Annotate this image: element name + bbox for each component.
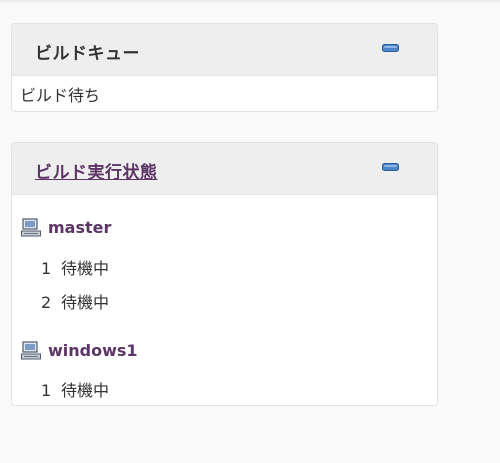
build-queue-title: ビルドキュー: [35, 44, 140, 64]
executor-row: 1 待機中: [41, 377, 109, 401]
build-queue-collapse-button[interactable]: [382, 44, 399, 52]
build-queue-panel: ビルドキュー ビルド待ち: [11, 23, 438, 112]
computer-icon: [21, 341, 41, 360]
top-divider: [0, 0, 500, 2]
executor-status: 待機中: [61, 381, 110, 400]
build-executor-header: ビルド実行状態: [12, 143, 437, 195]
executor-row: 1 待機中: [41, 255, 109, 279]
build-queue-status: ビルド待ち: [20, 86, 101, 105]
computer-name-link[interactable]: windows1: [48, 341, 138, 360]
executor-status: 待機中: [61, 293, 110, 312]
executor-status: 待機中: [61, 259, 110, 278]
build-queue-header: ビルドキュー: [12, 24, 437, 76]
computer-name-link[interactable]: master: [48, 218, 111, 237]
executor-number: 1: [41, 381, 52, 400]
executor-row: 2 待機中: [41, 289, 109, 313]
build-executor-title-link[interactable]: ビルド実行状態: [35, 158, 158, 183]
build-executor-collapse-button[interactable]: [382, 163, 399, 171]
executor-number: 2: [41, 293, 52, 312]
minus-icon: [382, 44, 399, 52]
computer-windows1: windows1: [21, 339, 138, 361]
executor-number: 1: [41, 259, 52, 278]
computer-icon: [21, 218, 41, 237]
computer-master: master: [21, 216, 111, 238]
build-executor-panel: ビルド実行状態 master 1 待機中 2 待機中 windows1 1 待機…: [11, 142, 438, 406]
minus-icon: [382, 163, 399, 171]
